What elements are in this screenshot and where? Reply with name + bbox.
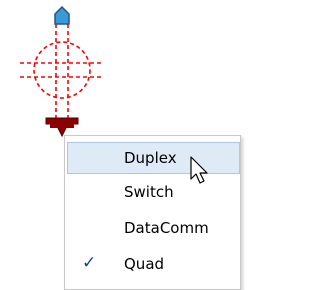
drawing-canvas: Duplex Switch DataComm ✓ Quad: [0, 0, 241, 290]
symbol-base-bar: [50, 124, 74, 128]
checkmark-icon: ✓: [82, 253, 97, 273]
symbol-circle: [33, 41, 91, 99]
menu-item-label: DataComm: [124, 219, 209, 237]
menu-item-label: Quad: [124, 255, 165, 273]
menu-item-quad[interactable]: ✓ Quad: [67, 248, 240, 280]
receptacle-symbol-icon[interactable]: [0, 0, 120, 140]
symbol-top-grip-icon[interactable]: [54, 5, 70, 25]
arrow-cursor-icon: [190, 156, 208, 184]
menu-item-label: Switch: [124, 183, 174, 201]
menu-item-datacomm[interactable]: DataComm: [67, 212, 240, 244]
menu-item-label: Duplex: [124, 149, 177, 167]
